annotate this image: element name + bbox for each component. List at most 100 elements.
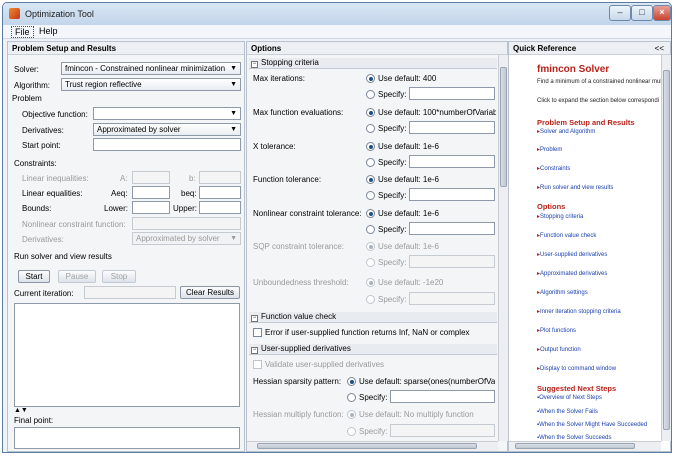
- Aeq-field[interactable]: [132, 186, 170, 199]
- linear-equalities-label: Linear equalities:: [22, 189, 83, 198]
- function-tolerance-specify-radio[interactable]: [366, 191, 375, 200]
- options-hscroll-thumb[interactable]: [257, 443, 477, 449]
- function-tolerance-specify-field[interactable]: [409, 188, 495, 201]
- close-button[interactable]: ×: [653, 5, 671, 21]
- quickref-hscroll-thumb[interactable]: [515, 443, 635, 449]
- stopping-criteria-group-title[interactable]: − Stopping criteria: [249, 58, 497, 69]
- constraints-label: Constraints:: [14, 159, 57, 168]
- quickref-vertical-scrollbar[interactable]: [661, 55, 671, 441]
- unboundedness-default-text: Use default: -1e20: [378, 278, 444, 287]
- derivatives-select[interactable]: Approximated by solver ▼: [93, 123, 241, 136]
- x-tolerance-specify-field[interactable]: [409, 155, 495, 168]
- qr-link-solver-fails[interactable]: When the Solver Fails: [537, 409, 598, 415]
- beq-field[interactable]: [199, 186, 241, 199]
- qr-link-function-value-check[interactable]: Function value check: [537, 232, 596, 239]
- max-fevals-specify-field[interactable]: [409, 121, 495, 134]
- solver-help-title: fmincon Solver: [537, 64, 610, 75]
- algorithm-select[interactable]: Trust region reflective ▼: [61, 78, 241, 91]
- qr-link-run-solver[interactable]: Run solver and view results: [537, 184, 613, 191]
- unboundedness-default-radio[interactable]: [366, 278, 375, 287]
- qr-link-plot-functions[interactable]: Plot functions: [537, 327, 576, 334]
- qr-link-user-supplied-derivatives[interactable]: User-supplied derivatives: [537, 251, 607, 258]
- splitter-arrows-icon[interactable]: ▲▼: [14, 407, 28, 414]
- options-scroll-thumb[interactable]: [500, 67, 507, 187]
- max-fevals-default-radio[interactable]: [366, 108, 375, 117]
- sqp-tolerance-default-radio[interactable]: [366, 242, 375, 251]
- solver-select[interactable]: fmincon - Constrained nonlinear minimiza…: [61, 62, 241, 75]
- qr-link-overview-next-steps[interactable]: Overview of Next Steps: [537, 395, 602, 401]
- x-tolerance-label: X tolerance:: [253, 142, 296, 151]
- max-iterations-default-text: Use default: 400: [378, 74, 437, 83]
- stop-button[interactable]: Stop: [102, 270, 136, 283]
- unboundedness-specify-field[interactable]: [409, 292, 495, 305]
- A-field[interactable]: [132, 171, 170, 184]
- function-tolerance-specify-label: Specify:: [378, 191, 407, 200]
- nonlinear-tolerance-specify-radio[interactable]: [366, 225, 375, 234]
- x-tolerance-default-radio[interactable]: [366, 142, 375, 151]
- sqp-tolerance-specify-radio[interactable]: [366, 258, 375, 267]
- quickref-horizontal-scrollbar[interactable]: [509, 441, 661, 451]
- function-value-check-group-title[interactable]: − Function value check: [249, 312, 497, 323]
- derivatives-label: Derivatives:: [22, 126, 64, 135]
- solver-value: fmincon - Constrained nonlinear minimiza…: [65, 64, 226, 73]
- quickref-scroll-thumb[interactable]: [663, 70, 670, 430]
- linear-inequalities-label: Linear inequalities:: [22, 174, 89, 183]
- final-point-table[interactable]: [14, 427, 240, 449]
- function-tolerance-default-radio[interactable]: [366, 175, 375, 184]
- results-text-area[interactable]: [14, 303, 240, 407]
- collapse-panel-icon[interactable]: <<: [655, 44, 664, 53]
- minimize-button[interactable]: –: [609, 5, 631, 21]
- max-iterations-label: Max iterations:: [253, 74, 306, 83]
- b-field[interactable]: [199, 171, 241, 184]
- nonlinear-tolerance-specify-field[interactable]: [409, 222, 495, 235]
- qr-link-inner-iteration[interactable]: Inner iteration stopping criteria: [537, 308, 621, 315]
- maximize-button[interactable]: □: [631, 5, 653, 21]
- x-tolerance-specify-radio[interactable]: [366, 158, 375, 167]
- max-iterations-specify-radio[interactable]: [366, 90, 375, 99]
- qr-link-stopping-criteria[interactable]: Stopping criteria: [537, 213, 583, 220]
- upper-bound-field[interactable]: [199, 201, 241, 214]
- quick-reference-panel: Quick Reference << fmincon Solver Find a…: [508, 41, 671, 452]
- nonlinear-derivatives-select[interactable]: Approximated by solver ▼: [132, 232, 241, 245]
- user-supplied-derivatives-title: User-supplied derivatives: [261, 344, 351, 353]
- qr-link-problem[interactable]: Problem: [537, 146, 562, 153]
- menu-help[interactable]: Help: [36, 26, 61, 36]
- start-point-field[interactable]: [93, 138, 241, 151]
- hessian-sparsity-specify-radio[interactable]: [347, 393, 356, 402]
- sqp-tolerance-label: SQP constraint tolerance:: [253, 242, 345, 251]
- matlab-app-icon: [9, 8, 20, 19]
- max-iterations-default-radio[interactable]: [366, 74, 375, 83]
- hessian-multiply-default-radio[interactable]: [347, 410, 356, 419]
- nonlinear-constraint-field[interactable]: [132, 217, 241, 230]
- unboundedness-specify-radio[interactable]: [366, 295, 375, 304]
- max-iterations-specify-field[interactable]: [409, 87, 495, 100]
- lower-bound-field[interactable]: [132, 201, 170, 214]
- start-button[interactable]: Start: [18, 270, 50, 283]
- sqp-tolerance-specify-field[interactable]: [409, 255, 495, 268]
- hessian-sparsity-specify-field[interactable]: [390, 390, 495, 403]
- qr-link-solver-might-succeeded[interactable]: When the Solver Might Have Succeeded: [537, 422, 647, 428]
- qr-link-display-command-window[interactable]: Display to command window: [537, 365, 616, 372]
- validate-derivatives-checkbox[interactable]: [253, 360, 262, 369]
- hessian-multiply-specify-radio[interactable]: [347, 427, 356, 436]
- hessian-sparsity-default-radio[interactable]: [347, 377, 356, 386]
- nonlinear-tolerance-default-radio[interactable]: [366, 209, 375, 218]
- max-fevals-label: Max function evaluations:: [253, 108, 344, 117]
- qr-link-output-function[interactable]: Output function: [537, 346, 581, 353]
- user-supplied-derivatives-group-title[interactable]: − User-supplied derivatives: [249, 344, 497, 355]
- qr-link-approximated-derivatives[interactable]: Approximated derivatives: [537, 270, 607, 277]
- objective-function-field[interactable]: ▼: [93, 107, 241, 120]
- qr-link-constraints[interactable]: Constraints: [537, 165, 570, 172]
- qr-link-algorithm-settings[interactable]: Algorithm settings: [537, 289, 588, 296]
- menu-file[interactable]: File: [11, 26, 34, 38]
- max-fevals-specify-radio[interactable]: [366, 124, 375, 133]
- clear-results-button[interactable]: Clear Results: [180, 286, 240, 299]
- options-horizontal-scrollbar[interactable]: [247, 441, 498, 451]
- function-value-check-checkbox[interactable]: [253, 328, 262, 337]
- pause-button[interactable]: Pause: [58, 270, 96, 283]
- qr-link-solver-algorithm[interactable]: Solver and Algorithm: [537, 128, 595, 135]
- hessian-multiply-specify-field[interactable]: [390, 424, 495, 437]
- options-vertical-scrollbar[interactable]: [498, 55, 508, 441]
- objective-function-label: Objective function:: [22, 110, 88, 119]
- unboundedness-specify-label: Specify:: [378, 295, 407, 304]
